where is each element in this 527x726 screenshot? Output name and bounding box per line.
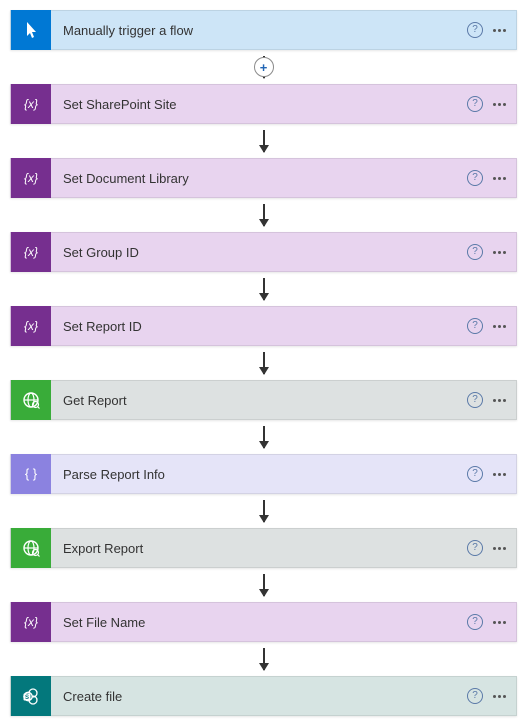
flow-step-var-site[interactable]: Set SharePoint Site?	[10, 84, 517, 124]
arrow-down-icon	[263, 130, 265, 152]
flow-step-export[interactable]: Export Report?	[10, 528, 517, 568]
arrow-down-icon	[263, 426, 265, 448]
braces-icon	[11, 454, 51, 494]
sp-icon	[11, 676, 51, 716]
more-icon[interactable]	[493, 399, 506, 402]
flow-step-parse[interactable]: Parse Report Info?	[10, 454, 517, 494]
step-label: Export Report	[51, 541, 467, 556]
flow-step-get-rpt[interactable]: Get Report?	[10, 380, 517, 420]
more-icon[interactable]	[493, 103, 506, 106]
more-icon[interactable]	[493, 29, 506, 32]
help-icon[interactable]: ?	[467, 466, 483, 482]
step-actions: ?	[467, 540, 516, 556]
more-icon[interactable]	[493, 177, 506, 180]
flow-step-var-grp[interactable]: Set Group ID?	[10, 232, 517, 272]
step-actions: ?	[467, 688, 516, 704]
step-actions: ?	[467, 392, 516, 408]
step-label: Manually trigger a flow	[51, 23, 467, 38]
flow-connector	[10, 198, 517, 232]
step-actions: ?	[467, 614, 516, 630]
more-icon[interactable]	[493, 473, 506, 476]
arrow-down-icon	[263, 352, 265, 374]
step-actions: ?	[467, 318, 516, 334]
flow-connector	[10, 346, 517, 380]
step-actions: ?	[467, 96, 516, 112]
flow-connector: +	[10, 50, 517, 84]
flow-step-var-lib[interactable]: Set Document Library?	[10, 158, 517, 198]
more-icon[interactable]	[493, 695, 506, 698]
help-icon[interactable]: ?	[467, 688, 483, 704]
step-actions: ?	[467, 466, 516, 482]
flow-connector	[10, 494, 517, 528]
step-actions: ?	[467, 22, 516, 38]
flow-connector	[10, 124, 517, 158]
step-actions: ?	[467, 244, 516, 260]
arrow-down-icon	[263, 204, 265, 226]
var-icon	[11, 84, 51, 124]
step-actions: ?	[467, 170, 516, 186]
step-label: Set Document Library	[51, 171, 467, 186]
step-label: Set SharePoint Site	[51, 97, 467, 112]
flow-connector	[10, 568, 517, 602]
var-icon	[11, 602, 51, 642]
step-label: Set File Name	[51, 615, 467, 630]
pointer-icon	[11, 10, 51, 50]
arrow-down-icon	[263, 648, 265, 670]
step-label: Set Group ID	[51, 245, 467, 260]
step-label: Parse Report Info	[51, 467, 467, 482]
var-icon	[11, 306, 51, 346]
flow-step-var-rpt[interactable]: Set Report ID?	[10, 306, 517, 346]
flow-step-trigger[interactable]: Manually trigger a flow?	[10, 10, 517, 50]
globe-icon	[11, 380, 51, 420]
help-icon[interactable]: ?	[467, 392, 483, 408]
help-icon[interactable]: ?	[467, 96, 483, 112]
help-icon[interactable]: ?	[467, 540, 483, 556]
step-label: Set Report ID	[51, 319, 467, 334]
help-icon[interactable]: ?	[467, 170, 483, 186]
more-icon[interactable]	[493, 621, 506, 624]
arrow-down-icon	[263, 278, 265, 300]
arrow-down-icon	[263, 500, 265, 522]
arrow-down-icon	[263, 574, 265, 596]
add-step-button[interactable]: +	[254, 57, 274, 77]
more-icon[interactable]	[493, 251, 506, 254]
help-icon[interactable]: ?	[467, 244, 483, 260]
step-label: Get Report	[51, 393, 467, 408]
help-icon[interactable]: ?	[467, 22, 483, 38]
flow-step-var-file[interactable]: Set File Name?	[10, 602, 517, 642]
globe-icon	[11, 528, 51, 568]
flow-container: Manually trigger a flow? + Set SharePoint …	[10, 10, 517, 716]
var-icon	[11, 232, 51, 272]
flow-connector	[10, 642, 517, 676]
flow-connector	[10, 272, 517, 306]
help-icon[interactable]: ?	[467, 614, 483, 630]
flow-connector	[10, 420, 517, 454]
help-icon[interactable]: ?	[467, 318, 483, 334]
more-icon[interactable]	[493, 547, 506, 550]
step-label: Create file	[51, 689, 467, 704]
var-icon	[11, 158, 51, 198]
flow-step-sp-file[interactable]: Create file?	[10, 676, 517, 716]
more-icon[interactable]	[493, 325, 506, 328]
